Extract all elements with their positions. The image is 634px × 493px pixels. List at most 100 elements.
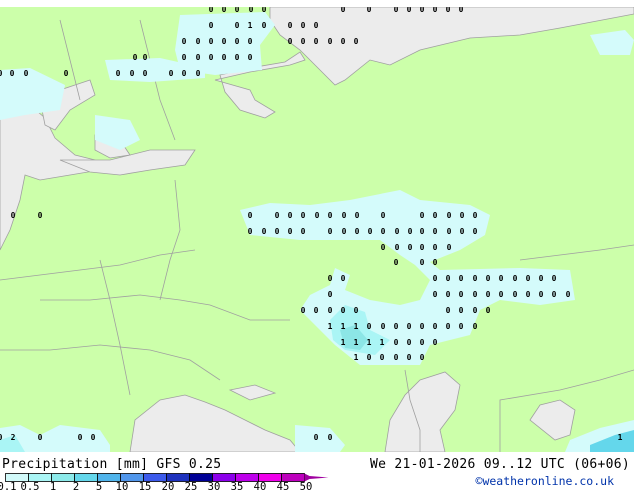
precip-value-marker: 0 bbox=[328, 290, 333, 299]
precip-value-marker: 0 bbox=[499, 274, 504, 283]
precip-value-marker: 0 bbox=[328, 433, 333, 442]
legend-title: Precipitation [mm] GFS 0.25 bbox=[2, 457, 222, 472]
precip-value-marker: 0 bbox=[91, 433, 96, 442]
precip-value-marker: 0 bbox=[328, 274, 333, 283]
precip-value-marker: 0 bbox=[395, 227, 400, 236]
precip-value-marker: 0 bbox=[355, 227, 360, 236]
legend-tick-label: 30 bbox=[207, 481, 221, 493]
precip-value-marker: 0 bbox=[182, 69, 187, 78]
precip-value-marker: 0 bbox=[367, 322, 372, 331]
precip-value-marker: 0 bbox=[459, 7, 464, 14]
precip-value-marker: 0 bbox=[143, 69, 148, 78]
precip-value-marker: 0 bbox=[341, 306, 346, 315]
precip-value-marker: 0 bbox=[133, 53, 138, 62]
precip-value-marker: 0 bbox=[341, 7, 346, 14]
precip-value-marker: 0 bbox=[367, 7, 372, 14]
legend-tick-label: 5 bbox=[95, 481, 103, 493]
precip-value-marker: 0 bbox=[78, 433, 83, 442]
precip-value-marker: 1 bbox=[380, 338, 385, 347]
precip-value-marker: 0 bbox=[367, 353, 372, 362]
precip-value-marker: 0 bbox=[381, 322, 386, 331]
precip-value-marker: 1 bbox=[248, 21, 253, 30]
precip-value-marker: 0 bbox=[328, 227, 333, 236]
precip-value-marker: 0 bbox=[539, 290, 544, 299]
precip-value-marker: 0 bbox=[314, 306, 319, 315]
precip-value-marker: 0 bbox=[394, 258, 399, 267]
precip-value-marker: 0 bbox=[314, 433, 319, 442]
precip-value-marker: 0 bbox=[341, 274, 346, 283]
precip-value-marker: 0 bbox=[342, 211, 347, 220]
precip-value-marker: 0 bbox=[301, 227, 306, 236]
precip-value-marker: 0 bbox=[169, 69, 174, 78]
precip-value-marker: 0 bbox=[526, 290, 531, 299]
precip-value-marker: 0 bbox=[314, 21, 319, 30]
precip-value-marker: 0 bbox=[447, 243, 452, 252]
precip-value-marker: 0 bbox=[368, 227, 373, 236]
precip-value-marker: 0 bbox=[182, 53, 187, 62]
precip-value-marker: 0 bbox=[381, 227, 386, 236]
precip-value-marker: 0 bbox=[249, 7, 254, 14]
precip-value-marker: 0 bbox=[235, 53, 240, 62]
precip-value-marker: 0 bbox=[473, 322, 478, 331]
precip-value-marker: 0 bbox=[301, 21, 306, 30]
precip-value-marker: 0 bbox=[433, 290, 438, 299]
precip-value-marker: 0 bbox=[235, 37, 240, 46]
precip-value-marker: 0 bbox=[116, 69, 121, 78]
precip-value-marker: 0 bbox=[288, 37, 293, 46]
precip-value-marker: 0 bbox=[539, 274, 544, 283]
precip-value-marker: 0 bbox=[552, 290, 557, 299]
precip-value-marker: 0 bbox=[473, 227, 478, 236]
precip-value-marker: 0 bbox=[0, 69, 3, 78]
precip-value-marker: 0 bbox=[420, 338, 425, 347]
precip-value-marker: 0 bbox=[288, 211, 293, 220]
precip-value-marker: 0 bbox=[526, 274, 531, 283]
precip-value-marker: 0 bbox=[301, 306, 306, 315]
precip-value-marker: 0 bbox=[248, 211, 253, 220]
legend-tick-label: 1 bbox=[49, 481, 57, 493]
valid-time: We 21-01-2026 09..12 UTC (06+06) bbox=[369, 457, 630, 472]
precip-value-marker: 0 bbox=[513, 274, 518, 283]
precip-value-marker: 0 bbox=[459, 322, 464, 331]
precip-value-marker: 0 bbox=[355, 211, 360, 220]
precip-value-marker: 0 bbox=[394, 353, 399, 362]
precip-value-marker: 0 bbox=[433, 243, 438, 252]
precip-value-marker: 0 bbox=[209, 37, 214, 46]
precip-value-marker: 0 bbox=[420, 227, 425, 236]
precip-value-marker: 0 bbox=[315, 211, 320, 220]
precip-value-marker: 0 bbox=[222, 7, 227, 14]
copyright-link[interactable]: ©weatheronline.co.uk bbox=[476, 474, 614, 488]
precip-value-marker: 0 bbox=[407, 353, 412, 362]
precip-value-marker: 0 bbox=[182, 37, 187, 46]
precip-value-marker: 2 bbox=[11, 433, 16, 442]
precip-value-marker: 0 bbox=[235, 21, 240, 30]
precip-value-marker: 0 bbox=[354, 37, 359, 46]
precip-value-marker: 0 bbox=[513, 290, 518, 299]
precip-value-marker: 0 bbox=[459, 274, 464, 283]
precip-value-marker: 0 bbox=[0, 433, 3, 442]
precip-value-marker: 0 bbox=[248, 53, 253, 62]
precip-value-marker: 0 bbox=[209, 53, 214, 62]
precip-value-marker: 0 bbox=[394, 7, 399, 14]
precip-value-marker: 0 bbox=[288, 227, 293, 236]
precip-value-marker: 0 bbox=[130, 69, 135, 78]
precip-value-marker: 0 bbox=[262, 21, 267, 30]
precip-value-marker: 0 bbox=[433, 274, 438, 283]
precip-value-marker: 0 bbox=[381, 243, 386, 252]
precip-value-marker: 0 bbox=[209, 7, 214, 14]
precip-value-marker: 0 bbox=[342, 227, 347, 236]
precip-value-marker: 0 bbox=[196, 53, 201, 62]
precip-value-marker: 0 bbox=[222, 53, 227, 62]
precip-value-marker: 0 bbox=[473, 306, 478, 315]
precip-value-marker: 0 bbox=[222, 37, 227, 46]
precip-value-marker: 0 bbox=[552, 274, 557, 283]
legend-tick-label: 50 bbox=[299, 481, 313, 493]
precip-value-marker: 1 bbox=[354, 338, 359, 347]
precip-value-marker: 0 bbox=[447, 227, 452, 236]
precip-value-marker: 0 bbox=[420, 322, 425, 331]
precip-value-marker: 0 bbox=[407, 322, 412, 331]
precip-value-marker: 0 bbox=[459, 290, 464, 299]
precip-value-marker: 0 bbox=[473, 211, 478, 220]
precip-value-marker: 0 bbox=[446, 290, 451, 299]
precip-value-marker: 0 bbox=[446, 7, 451, 14]
precip-value-marker: 0 bbox=[354, 306, 359, 315]
